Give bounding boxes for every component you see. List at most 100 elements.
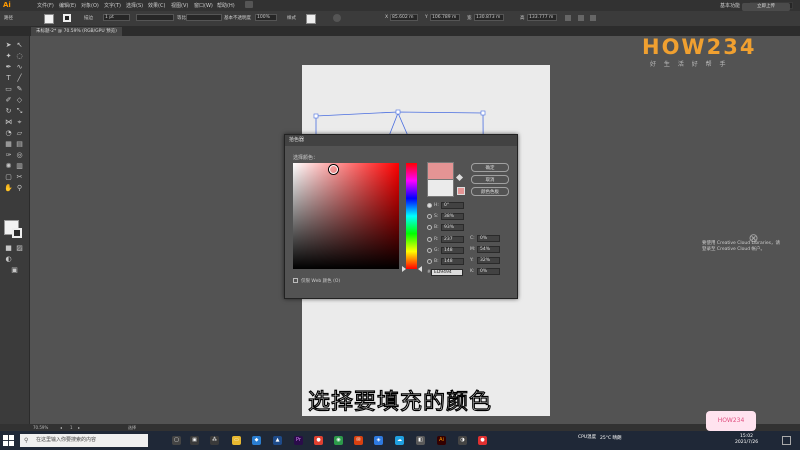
web-only-label[interactable]: 仅限 Web 颜色 (O) [301,278,340,284]
chrome-icon[interactable]: ● [314,436,323,445]
type-tool-icon[interactable]: T [4,74,13,83]
width-input[interactable]: 130.873 m [474,14,504,21]
hue-slider-left-arrow[interactable] [402,266,406,272]
app-icon-10[interactable]: ◈ [374,436,383,445]
app-icon-12[interactable]: ◧ [416,436,425,445]
menu-edit[interactable]: 编辑(E) [59,2,76,9]
taskbar-search-input[interactable]: 在这里输入你要搜索的内容 [20,434,148,447]
slice-tool-icon[interactable]: ✂ [15,173,24,182]
hue-slider[interactable] [406,163,417,269]
saturation-input[interactable]: 38% [441,213,464,220]
perspective-tool-icon[interactable]: ▱ [15,129,24,138]
stroke-color-swatch[interactable] [12,228,22,238]
mesh-tool-icon[interactable]: ▦ [4,140,13,149]
hand-tool-icon[interactable]: ✋ [4,184,13,193]
app-icon-11[interactable]: ☁ [395,436,404,445]
transform-icon[interactable] [565,15,571,21]
eraser-tool-icon[interactable]: ◇ [15,96,24,105]
rotate-tool-icon[interactable]: ↻ [4,107,13,116]
menu-file[interactable]: 文件(F) [37,2,54,9]
web-safe-swatch-icon[interactable] [457,187,465,195]
opacity-label[interactable]: 不透明度 [233,15,251,21]
recolor-icon[interactable] [333,14,341,22]
color-field[interactable] [293,163,399,269]
file-explorer-icon[interactable]: ▭ [232,436,241,445]
curvature-tool-icon[interactable]: ∿ [15,63,24,72]
hue-radio[interactable] [427,203,432,208]
graph-tool-icon[interactable]: ▥ [15,162,24,171]
hue-input[interactable]: 0° [441,202,464,209]
menu-select[interactable]: 选择(S) [126,2,143,9]
x-input[interactable]: 85.602 m [390,14,418,21]
stroke-weight-input[interactable]: 1 pt [103,14,130,21]
task-view-icon[interactable]: ▢ [172,436,181,445]
brightness-radio[interactable] [427,225,432,230]
gradient-tool-icon[interactable]: ▤ [15,140,24,149]
web-only-checkbox[interactable] [293,278,298,283]
zoom-level[interactable]: 70.59% [33,424,48,431]
black-input[interactable]: 0% [477,268,500,275]
artboard-tool-icon[interactable]: ▢ [4,173,13,182]
selection-tool-icon[interactable]: ➤ [4,41,13,50]
saturation-radio[interactable] [427,214,432,219]
direct-selection-tool-icon[interactable]: ↖ [15,41,24,50]
draw-mode-icon[interactable]: ◐ [4,255,13,264]
cloud-sync-button[interactable]: 立即上传 [742,3,790,11]
shape-builder-tool-icon[interactable]: ◔ [4,129,13,138]
color-swatches-button[interactable]: 颜色色板 [471,187,509,196]
eyedropper-tool-icon[interactable]: ✑ [4,151,13,160]
height-input[interactable]: 133.777 m [527,14,557,21]
style-swatch[interactable] [306,14,316,24]
app-icon-1[interactable]: ▣ [190,436,199,445]
hue-slider-right-arrow[interactable] [418,266,422,272]
blue-input[interactable]: 148 [441,258,464,265]
cancel-button[interactable]: 取消 [471,175,509,184]
symbol-sprayer-tool-icon[interactable]: ✺ [4,162,13,171]
line-tool-icon[interactable]: ╱ [15,74,24,83]
menu-effect[interactable]: 效果(C) [148,2,165,9]
menu-window[interactable]: 窗口(W) [194,2,213,9]
rectangle-tool-icon[interactable]: ▭ [4,85,13,94]
ok-button[interactable]: 确定 [471,163,509,172]
magic-wand-tool-icon[interactable]: ✦ [4,52,13,61]
blend-tool-icon[interactable]: ◎ [15,151,24,160]
scale-tool-icon[interactable]: ⤡ [15,107,24,116]
app-icon-14[interactable]: ◑ [458,436,467,445]
brush-definition[interactable] [186,14,222,21]
lasso-tool-icon[interactable]: ◌ [15,52,24,61]
color-field-cursor[interactable] [329,165,338,174]
free-transform-tool-icon[interactable]: ⌖ [15,118,24,127]
magenta-input[interactable]: 54% [477,246,500,253]
y-input[interactable]: 106.789 m [430,14,460,21]
fill-swatch[interactable] [44,14,54,24]
shaper-tool-icon[interactable]: ✐ [4,96,13,105]
weather-label[interactable]: 25°C 晴朗 [600,435,622,441]
green-input[interactable]: 148 [441,247,464,254]
artboard-nav-prev-icon[interactable]: ◂ [60,424,62,431]
red-radio[interactable] [427,237,432,242]
artboard-number[interactable]: 1 [70,424,73,431]
notifications-icon[interactable] [782,436,791,445]
out-of-gamut-icon[interactable] [455,173,464,182]
app-icon-8[interactable]: ◉ [334,436,343,445]
document-tab[interactable]: 未标题-2* @ 70.59% (RGB/GPU 预览) [31,27,122,36]
cyan-input[interactable]: 0% [477,235,500,242]
app-icon-15[interactable]: ● [478,436,487,445]
width-tool-icon[interactable]: ⋈ [4,118,13,127]
arrange-documents-icon[interactable] [245,1,253,8]
red-input[interactable]: 237 [441,236,464,243]
artboard-nav-next-icon[interactable]: ▸ [78,424,80,431]
app-icon-5[interactable]: ▲ [273,436,282,445]
stroke-swatch[interactable] [63,14,71,22]
green-radio[interactable] [427,248,432,253]
workspace-switcher[interactable]: 基本功能 [720,2,740,9]
menu-view[interactable]: 视图(V) [171,2,188,9]
menu-object[interactable]: 对象(O) [81,2,99,9]
illustrator-icon[interactable]: Ai [437,436,446,445]
opacity-input[interactable]: 100% [255,14,277,21]
premiere-pro-icon[interactable]: Pr [294,436,303,445]
blue-radio[interactable] [427,259,432,264]
yellow-input[interactable]: 32% [477,257,500,264]
color-mode-icon[interactable]: ■ [4,244,13,253]
app-icon-9[interactable]: ✉ [354,436,363,445]
